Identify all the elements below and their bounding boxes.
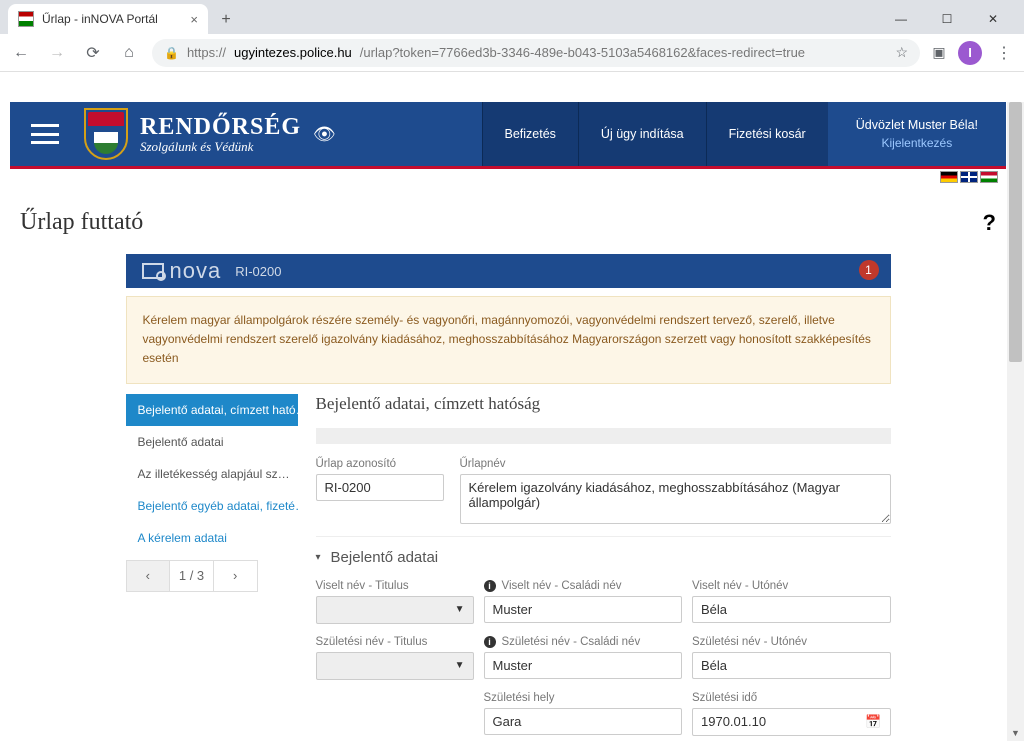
input-szul-csalad[interactable] bbox=[484, 652, 683, 679]
pager-prev-button[interactable]: ‹ bbox=[127, 561, 171, 591]
input-szul-ido[interactable]: 1970.01.10 📅 bbox=[692, 708, 891, 736]
police-crest-icon bbox=[84, 108, 128, 160]
pager-position: 1 / 3 bbox=[170, 561, 213, 591]
label-szul-ido: Születési idő bbox=[692, 692, 891, 704]
info-icon[interactable]: i bbox=[484, 636, 496, 648]
url-protocol: https:// bbox=[187, 45, 226, 60]
date-value: 1970.01.10 bbox=[701, 714, 766, 729]
tab-title: Űrlap - inNOVA Portál bbox=[42, 12, 158, 26]
input-urlapnev[interactable] bbox=[460, 474, 891, 524]
nav-befizetes[interactable]: Befizetés bbox=[482, 102, 578, 166]
label-viselt-uto: Viselt név - Utónév bbox=[692, 580, 891, 592]
brand[interactable]: RENDŐRSÉG Szolgálunk és Védünk bbox=[80, 102, 301, 166]
site-header: RENDŐRSÉG Szolgálunk és Védünk 👁 Befizet… bbox=[10, 102, 1006, 169]
brand-title: RENDŐRSÉG bbox=[140, 114, 301, 140]
label-viselt-titulus: Viselt név - Titulus bbox=[316, 580, 474, 592]
browser-tab[interactable]: Űrlap - inNOVA Portál × bbox=[8, 4, 208, 34]
label-urlap-azonosito: Űrlap azonosító bbox=[316, 458, 444, 470]
label-urlapnev: Űrlapnév bbox=[460, 458, 891, 470]
subsection-title: Bejelentő adatai bbox=[331, 549, 439, 566]
input-viselt-uto[interactable] bbox=[692, 596, 891, 623]
flag-hu-icon[interactable] bbox=[980, 171, 998, 183]
brand-subtitle: Szolgálunk és Védünk bbox=[140, 140, 301, 154]
tab-favicon bbox=[18, 11, 34, 27]
flag-de-icon[interactable] bbox=[940, 171, 958, 183]
label-szul-hely: Születési hely bbox=[484, 692, 683, 704]
input-szul-hely[interactable] bbox=[484, 708, 683, 735]
nav-uj-ugy[interactable]: Új ügy indítása bbox=[578, 102, 706, 166]
calendar-icon[interactable]: 📅 bbox=[865, 714, 881, 730]
info-icon[interactable]: i bbox=[484, 580, 496, 592]
user-area: Üdvözlet Muster Béla! Kijelentkezés bbox=[828, 102, 1006, 166]
scrollbar-thumb[interactable] bbox=[1009, 102, 1022, 362]
section-title: Bejelentő adatai, címzett hatóság bbox=[316, 394, 891, 414]
logout-link[interactable]: Kijelentkezés bbox=[882, 136, 953, 150]
url-host: ugyintezes.police.hu bbox=[234, 45, 352, 60]
browser-menu-button[interactable]: ⋮ bbox=[992, 43, 1016, 63]
step-sidebar: Bejelentő adatai, címzett ható… Bejelent… bbox=[126, 394, 298, 741]
browser-tab-strip: Űrlap - inNOVA Portál × + — ☐ ✕ bbox=[0, 0, 1024, 34]
new-tab-button[interactable]: + bbox=[212, 6, 240, 34]
nav-fizetesi-kosar[interactable]: Fizetési kosár bbox=[706, 102, 828, 166]
back-button[interactable]: ← bbox=[8, 40, 34, 66]
caret-down-icon: ▼ bbox=[455, 604, 465, 615]
flag-en-icon[interactable] bbox=[960, 171, 978, 183]
window-maximize-button[interactable]: ☐ bbox=[924, 4, 970, 34]
bookmark-star-icon[interactable]: ☆ bbox=[895, 44, 908, 61]
page-viewport: RENDŐRSÉG Szolgálunk és Védünk 👁 Befizet… bbox=[0, 102, 1024, 741]
reload-button[interactable]: ⟳ bbox=[80, 40, 106, 66]
page-title: Űrlap futtató bbox=[20, 209, 143, 236]
forward-button[interactable]: → bbox=[44, 40, 70, 66]
form-code: RI-0200 bbox=[235, 264, 281, 279]
subsection-toggle-bejelento[interactable]: ▾ Bejelentő adatai bbox=[316, 549, 891, 566]
step-bejelento-cimzett[interactable]: Bejelentő adatai, címzett ható… bbox=[126, 394, 298, 426]
window-minimize-button[interactable]: — bbox=[878, 4, 924, 34]
url-path: /urlap?token=7766ed3b-3346-489e-b043-510… bbox=[360, 45, 805, 60]
notification-badge[interactable]: 1 bbox=[859, 260, 879, 280]
browser-toolbar: ← → ⟳ ⌂ 🔒 https:// ugyintezes.police.hu … bbox=[0, 34, 1024, 72]
home-button[interactable]: ⌂ bbox=[116, 40, 142, 66]
input-urlap-azonosito[interactable] bbox=[316, 474, 444, 501]
chevron-down-icon: ▾ bbox=[316, 552, 321, 563]
step-kerelem-adatai[interactable]: A kérelem adatai bbox=[126, 522, 298, 554]
form-main: Bejelentő adatai, címzett hatóság Űrlap … bbox=[298, 394, 891, 741]
step-bejelento-adatai[interactable]: Bejelentő adatai bbox=[126, 426, 298, 458]
window-close-button[interactable]: ✕ bbox=[970, 4, 1016, 34]
pager-next-button[interactable]: › bbox=[213, 561, 257, 591]
nova-logo-icon bbox=[142, 263, 164, 279]
step-pager: ‹ 1 / 3 › bbox=[126, 560, 258, 592]
form-description: Kérelem magyar állampolgárok részére sze… bbox=[126, 296, 891, 384]
step-egyeb-fizetes[interactable]: Bejelentő egyéb adatai, fizeté… bbox=[126, 490, 298, 522]
nova-logo: nova bbox=[142, 258, 222, 284]
input-szul-uto[interactable] bbox=[692, 652, 891, 679]
dropdown-szul-titulus[interactable]: ▼ bbox=[316, 652, 474, 680]
menu-hamburger-button[interactable] bbox=[10, 102, 80, 166]
section-divider bbox=[316, 428, 891, 444]
accessibility-eye-icon[interactable]: 👁 bbox=[313, 124, 336, 145]
tab-close-icon[interactable]: × bbox=[190, 12, 198, 27]
vertical-scrollbar[interactable]: ▲ ▼ bbox=[1007, 102, 1024, 741]
form-container: nova RI-0200 1 Kérelem magyar állampolgá… bbox=[126, 254, 891, 741]
step-illetekesseg[interactable]: Az illetékesség alapjául sz… bbox=[126, 458, 298, 490]
translate-icon[interactable]: ▣ bbox=[930, 44, 948, 62]
hamburger-icon bbox=[31, 124, 59, 144]
profile-avatar[interactable]: I bbox=[958, 41, 982, 65]
address-bar[interactable]: 🔒 https:// ugyintezes.police.hu /urlap?t… bbox=[152, 39, 920, 67]
label-szul-uto: Születési név - Utónév bbox=[692, 636, 891, 648]
label-szul-csalad: iSzületési név - Családi név bbox=[484, 636, 683, 648]
dropdown-viselt-titulus[interactable]: ▼ bbox=[316, 596, 474, 624]
input-viselt-csalad[interactable] bbox=[484, 596, 683, 623]
scroll-down-arrow-icon[interactable]: ▼ bbox=[1007, 724, 1024, 741]
form-banner: nova RI-0200 1 bbox=[126, 254, 891, 288]
label-viselt-csalad: iViselt név - Családi név bbox=[484, 580, 683, 592]
user-greeting: Üdvözlet Muster Béla! bbox=[856, 118, 978, 132]
language-flag-strip bbox=[10, 169, 1006, 185]
lock-icon: 🔒 bbox=[164, 46, 179, 60]
label-szul-titulus: Születési név - Titulus bbox=[316, 636, 474, 648]
help-icon[interactable]: ? bbox=[983, 210, 996, 236]
caret-down-icon: ▼ bbox=[455, 660, 465, 671]
